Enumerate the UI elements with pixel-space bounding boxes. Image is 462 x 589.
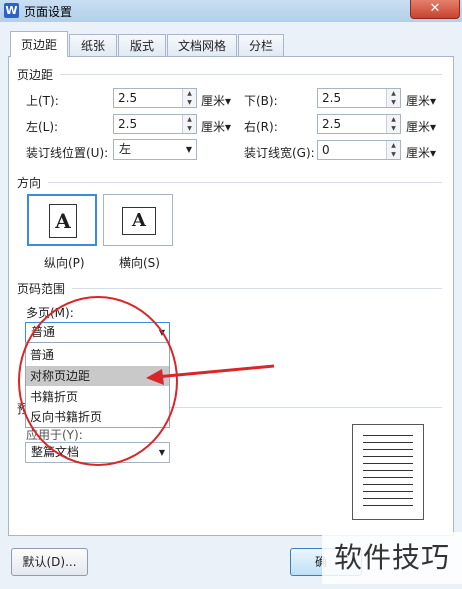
chevron-down-icon: ▼ (185, 145, 192, 154)
option-reverse-book-fold[interactable]: 反向书籍折页 (26, 407, 169, 427)
left-margin-label: 左(L): (26, 120, 59, 134)
multiple-pages-label: 多页(M): (26, 306, 74, 320)
landscape-option[interactable]: A (103, 194, 173, 246)
apply-to-label: 应用于(Y): (26, 428, 83, 442)
spin-arrows-icon[interactable]: ▲ ▼ (386, 89, 400, 107)
divider (72, 288, 442, 289)
portrait-page-icon: A (49, 204, 77, 238)
divider (170, 407, 442, 408)
top-margin-label: 上(T): (26, 94, 59, 108)
spin-arrows-icon[interactable]: ▲ ▼ (386, 141, 400, 159)
divider (48, 182, 442, 183)
chevron-down-icon: ▼ (158, 328, 165, 337)
tab-layout[interactable]: 版式 (118, 34, 166, 56)
spin-arrows-icon[interactable]: ▲ ▼ (182, 89, 196, 107)
tab-columns[interactable]: 分栏 (238, 34, 284, 56)
tab-margins[interactable]: 页边距 (10, 31, 68, 57)
orientation-section-title: 方向 (17, 176, 42, 190)
page-preview (352, 424, 424, 520)
gutter-width-unit[interactable]: 厘米▾ (406, 144, 436, 161)
wps-app-icon: W (4, 3, 19, 18)
annotation-arrow-icon (146, 364, 275, 385)
top-margin-input[interactable]: 2.5 ▲ ▼ (113, 88, 197, 108)
right-margin-input[interactable]: 2.5 ▲ ▼ (317, 114, 401, 134)
watermark-text: 软件技巧 (322, 532, 462, 584)
spin-arrows-icon[interactable]: ▲ ▼ (386, 115, 400, 133)
right-margin-unit[interactable]: 厘米▾ (406, 118, 436, 135)
divider (60, 74, 442, 75)
apply-to-select[interactable]: 整篇文档 ▼ (25, 442, 170, 463)
right-margin-label: 右(R): (244, 120, 278, 134)
portrait-option[interactable]: A (27, 194, 97, 246)
chevron-down-icon: ▼ (158, 448, 165, 457)
left-margin-unit[interactable]: 厘米▾ (201, 118, 231, 135)
page-range-section-title: 页码范围 (17, 282, 66, 296)
left-margin-input[interactable]: 2.5 ▲ ▼ (113, 114, 197, 134)
gutter-position-select[interactable]: 左 ▼ (113, 139, 197, 160)
portrait-label[interactable]: 纵向(P) (44, 254, 85, 271)
dialog-title: 页面设置 (24, 5, 73, 19)
bottom-margin-unit[interactable]: 厘米▾ (406, 92, 436, 109)
default-button[interactable]: 默认(D)... (11, 548, 88, 576)
margins-section-title: 页边距 (17, 68, 54, 82)
gutter-position-label: 装订线位置(U): (26, 146, 109, 160)
gutter-width-label: 装订线宽(G): (244, 146, 315, 160)
multiple-pages-select[interactable]: 普通 ▼ (25, 322, 170, 343)
option-book-fold[interactable]: 书籍折页 (26, 387, 169, 407)
tab-paper[interactable]: 纸张 (69, 34, 117, 56)
landscape-label[interactable]: 横向(S) (119, 254, 160, 271)
landscape-page-icon: A (122, 207, 156, 235)
close-button[interactable]: ✕ (410, 0, 460, 19)
tab-document-grid[interactable]: 文档网格 (167, 34, 237, 56)
spin-arrows-icon[interactable]: ▲ ▼ (182, 115, 196, 133)
top-margin-unit[interactable]: 厘米▾ (201, 92, 231, 109)
gutter-width-input[interactable]: 0 ▲ ▼ (317, 140, 401, 160)
bottom-margin-label: 下(B): (244, 94, 278, 108)
bottom-margin-input[interactable]: 2.5 ▲ ▼ (317, 88, 401, 108)
